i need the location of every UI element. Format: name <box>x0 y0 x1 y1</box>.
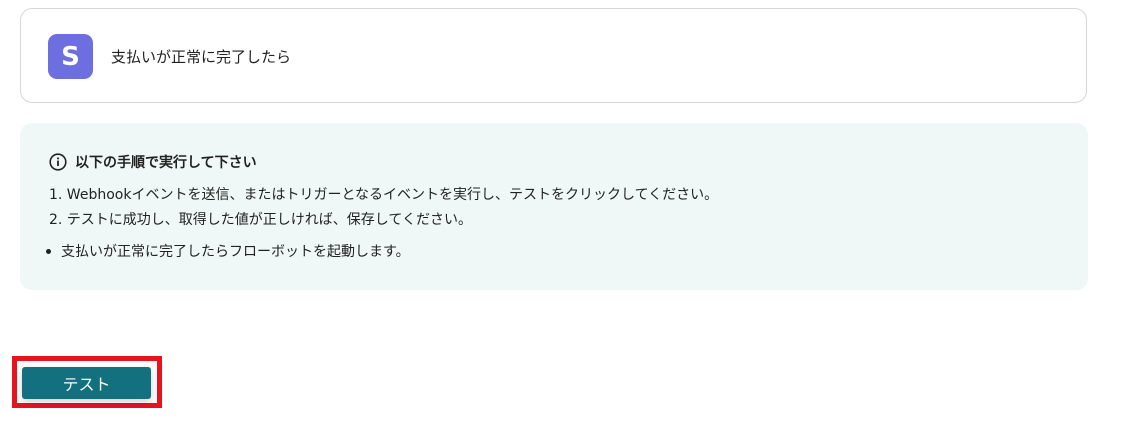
test-button[interactable]: テスト <box>22 367 151 399</box>
step-item: 2. テストに成功し、取得した値が正しければ、保存してください。 <box>49 212 472 228</box>
bullet-text: 支払いが正常に完了したらフローボットを起動します。 <box>61 244 410 260</box>
app-icon-letter: S <box>61 41 80 72</box>
instructions-panel: 以下の手順で実行して下さい 1. Webhookイベントを送信、またはトリガーと… <box>20 123 1088 290</box>
trigger-label: 支払いが正常に完了したら <box>111 48 292 66</box>
bullet-dot <box>46 248 51 254</box>
step-item: 1. Webhookイベントを送信、またはトリガーとなるイベントを実行し、テスト… <box>49 187 719 203</box>
bullet-item: 支払いが正常に完了したらフローボットを起動します。 <box>46 241 410 261</box>
info-icon <box>49 153 67 171</box>
stripe-app-icon: S <box>48 34 93 79</box>
instructions-heading-text: 以下の手順で実行して下さい <box>75 155 257 171</box>
instructions-steps: 1. Webhookイベントを送信、またはトリガーとなるイベントを実行し、テスト… <box>49 183 718 233</box>
instructions-heading: 以下の手順で実行して下さい <box>49 152 257 172</box>
trigger-card[interactable]: S 支払いが正常に完了したら <box>20 8 1087 103</box>
